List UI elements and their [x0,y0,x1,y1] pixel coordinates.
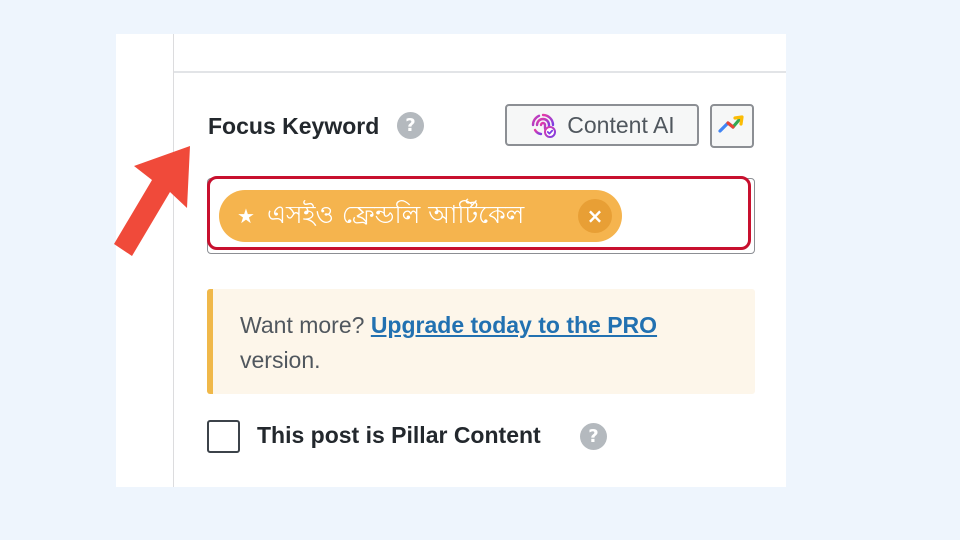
content-ai-label: Content AI [567,111,675,138]
focus-keyword-label: Focus Keyword [208,113,380,139]
trending-up-icon [717,112,747,141]
upgrade-notice: Want more? Upgrade today to the PRO vers… [207,289,755,394]
keyword-tag[interactable]: ★ এসইও ফ্রেন্ডলি আর্টিকেল × [219,190,622,242]
trends-button[interactable] [710,104,754,148]
pillar-content-help-icon[interactable]: ? [580,423,607,450]
pillar-content-label: This post is Pillar Content [257,422,541,448]
red-pointer-arrow-icon [108,140,198,265]
content-ai-button[interactable]: Content AI [505,104,699,146]
upgrade-link[interactable]: Upgrade today to the PRO [371,312,657,338]
focus-keyword-help-icon[interactable]: ? [397,112,424,139]
notice-prefix: Want more? [240,312,365,338]
notice-suffix: version. [240,347,321,373]
remove-keyword-icon[interactable]: × [578,199,612,233]
star-icon[interactable]: ★ [237,204,255,228]
content-ai-fingerprint-icon [529,111,557,139]
panel-divider-horizontal [174,71,786,73]
pillar-content-checkbox[interactable] [207,420,240,453]
keyword-tag-text: এসইও ফ্রেন্ডলি আর্টিকেল [266,199,525,229]
